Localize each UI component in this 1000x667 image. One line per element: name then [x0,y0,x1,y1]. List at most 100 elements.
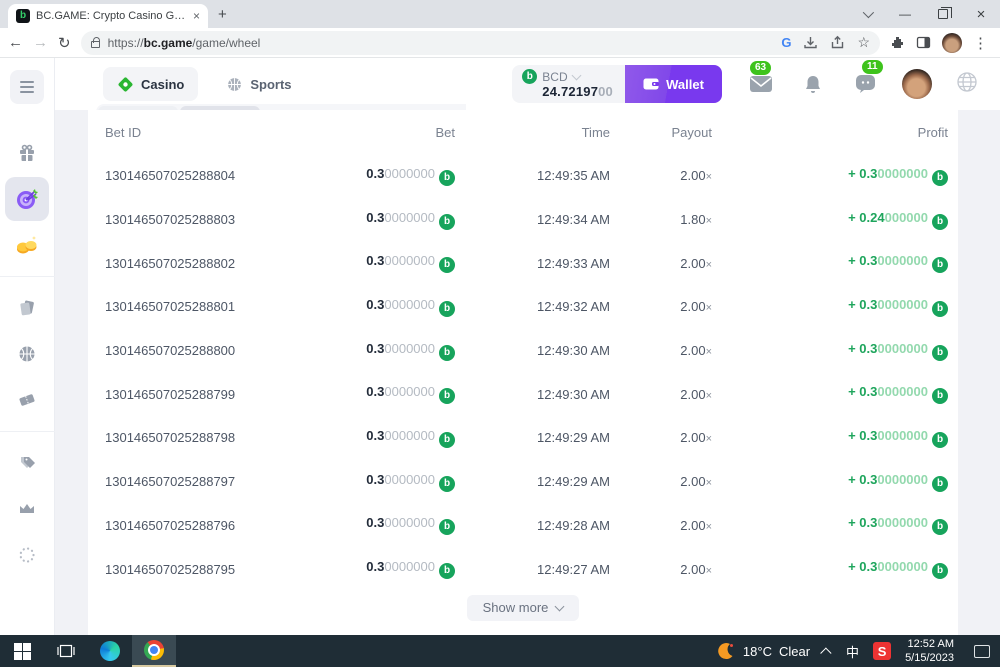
sidebar-item-rewards[interactable] [0,222,55,268]
sidebar-item-games[interactable] [0,285,55,331]
balance-selector[interactable]: b BCD 24.7219700 [512,65,625,103]
chat-button[interactable]: 11 [852,74,878,94]
table-row[interactable]: 130146507025288797 0.30000000b 12:49:29 … [88,460,958,504]
sidebar-item-community[interactable] [0,532,55,578]
coin-icon: b [439,301,455,317]
sidebar-divider [0,431,55,432]
weather-desc: Clear [779,644,810,659]
start-button[interactable] [0,635,44,667]
sidebar-item-bonus[interactable] [0,130,55,176]
coin-icon: b [439,170,455,186]
screen: b BC.GAME: Crypto Casino Games × + — × ←… [0,0,1000,667]
table-row[interactable]: 130146507025288798 0.30000000b 12:49:29 … [88,416,958,460]
forward-icon[interactable]: → [33,34,48,51]
bet-amount: 0.30000000b [318,210,455,230]
coin-icon: b [439,563,455,579]
bet-amount: 0.30000000b [318,428,455,448]
coin-icon: b [932,301,948,317]
site-favicon: b [16,9,30,23]
tab-casino[interactable]: Casino [103,67,198,101]
action-center-icon[interactable] [974,645,990,658]
tab-close-icon[interactable]: × [193,9,200,23]
bet-time: 12:49:29 AM [455,474,610,489]
sidebar-item-promotions[interactable] [0,440,55,486]
language-button[interactable] [956,71,978,98]
browser-profile-avatar[interactable] [942,33,962,53]
extensions-icon[interactable] [890,35,905,50]
minimize-button[interactable]: — [886,0,924,28]
coin-icon: b [932,257,948,273]
mail-icon [749,75,773,93]
new-tab-button[interactable]: + [218,6,227,23]
table-row[interactable]: 130146507025288802 0.30000000b 12:49:33 … [88,241,958,285]
site-viewport: Casino Sports b BCD 24.7219700 [0,58,1000,635]
save-page-icon[interactable] [803,35,818,50]
bcd-coin-icon: b [522,69,537,84]
table-header: Bet ID Bet Time Payout Profit [88,110,958,154]
show-more-button[interactable]: Show more [467,595,580,621]
bet-payout: 2.00× [610,168,712,183]
chrome-button[interactable] [132,635,176,667]
coin-icon: b [932,214,948,230]
table-row[interactable]: 130146507025288801 0.30000000b 12:49:32 … [88,285,958,329]
edge-button[interactable] [88,635,132,667]
google-icon[interactable]: G [781,35,791,50]
sidebar-item-vip[interactable] [0,486,55,532]
close-window-button[interactable]: × [962,0,1000,28]
chat-badge: 11 [862,60,883,74]
clipped-tab[interactable] [98,106,178,110]
coin-icon: b [932,519,948,535]
side-panel-icon[interactable] [916,35,931,50]
bet-time: 12:49:35 AM [455,168,610,183]
table-row[interactable]: 130146507025288804 0.30000000b 12:49:35 … [88,154,958,198]
sidebar-toggle-button[interactable] [10,70,44,104]
table-row[interactable]: 130146507025288803 0.30000000b 12:49:34 … [88,198,958,242]
weather-widget[interactable]: 18°C Clear [716,641,810,661]
tab-search-icon[interactable] [848,0,886,28]
tab-sports[interactable]: Sports [216,67,301,101]
sogou-icon[interactable]: S [873,642,891,660]
bet-id: 130146507025288802 [105,256,318,271]
browser-tab[interactable]: b BC.GAME: Crypto Casino Games × [8,4,208,28]
bet-id: 130146507025288801 [105,299,318,314]
bet-payout: 2.00× [610,518,712,533]
globe-icon [956,71,978,93]
share-icon[interactable] [830,35,845,50]
address-bar[interactable]: https://bc.game/game/wheel G ☆ [81,31,880,55]
restore-button[interactable] [924,0,962,28]
messages-button[interactable]: 63 [748,75,774,93]
notifications-button[interactable] [800,74,826,95]
hidden-icons-chevron[interactable] [820,647,831,658]
table-row[interactable]: 130146507025288796 0.30000000b 12:49:28 … [88,504,958,548]
bet-time: 12:49:30 AM [455,387,610,402]
sidebar-item-casino-games[interactable] [0,176,55,222]
sidebar-item-sports[interactable] [0,331,55,377]
bet-payout: 2.00× [610,256,712,271]
bet-payout: 2.00× [610,430,712,445]
bet-time: 12:49:32 AM [455,299,610,314]
bookmark-star-icon[interactable]: ☆ [857,34,870,51]
bet-payout: 2.00× [610,562,712,577]
task-view-button[interactable] [44,635,88,667]
reload-icon[interactable]: ↻ [58,34,71,52]
bet-time: 12:49:27 AM [455,562,610,577]
coin-icon: b [439,519,455,535]
clock[interactable]: 12:52 AM 5/15/2023 [905,637,954,666]
wallet-button[interactable]: Wallet [625,65,722,103]
table-row[interactable]: 130146507025288800 0.30000000b 12:49:30 … [88,329,958,373]
bet-id: 130146507025288798 [105,430,318,445]
bet-payout: 2.00× [610,474,712,489]
windows-taskbar: 18°C Clear 中 S 12:52 AM 5/15/2023 [0,635,1000,667]
table-row[interactable]: 130146507025288799 0.30000000b 12:49:30 … [88,372,958,416]
messages-badge: 63 [750,61,771,75]
user-avatar[interactable] [902,69,932,99]
ime-indicator[interactable]: 中 [846,642,859,661]
lock-icon [91,41,100,48]
url-text: https://bc.game/game/wheel [108,36,774,50]
sidebar-item-racing[interactable] [0,377,55,423]
col-time: Time [455,125,610,140]
back-icon[interactable]: ← [8,34,23,51]
table-row[interactable]: 130146507025288795 0.30000000b 12:49:27 … [88,547,958,591]
clipped-tab-selected[interactable] [180,106,260,110]
browser-menu-icon[interactable]: ⋮ [973,34,988,52]
